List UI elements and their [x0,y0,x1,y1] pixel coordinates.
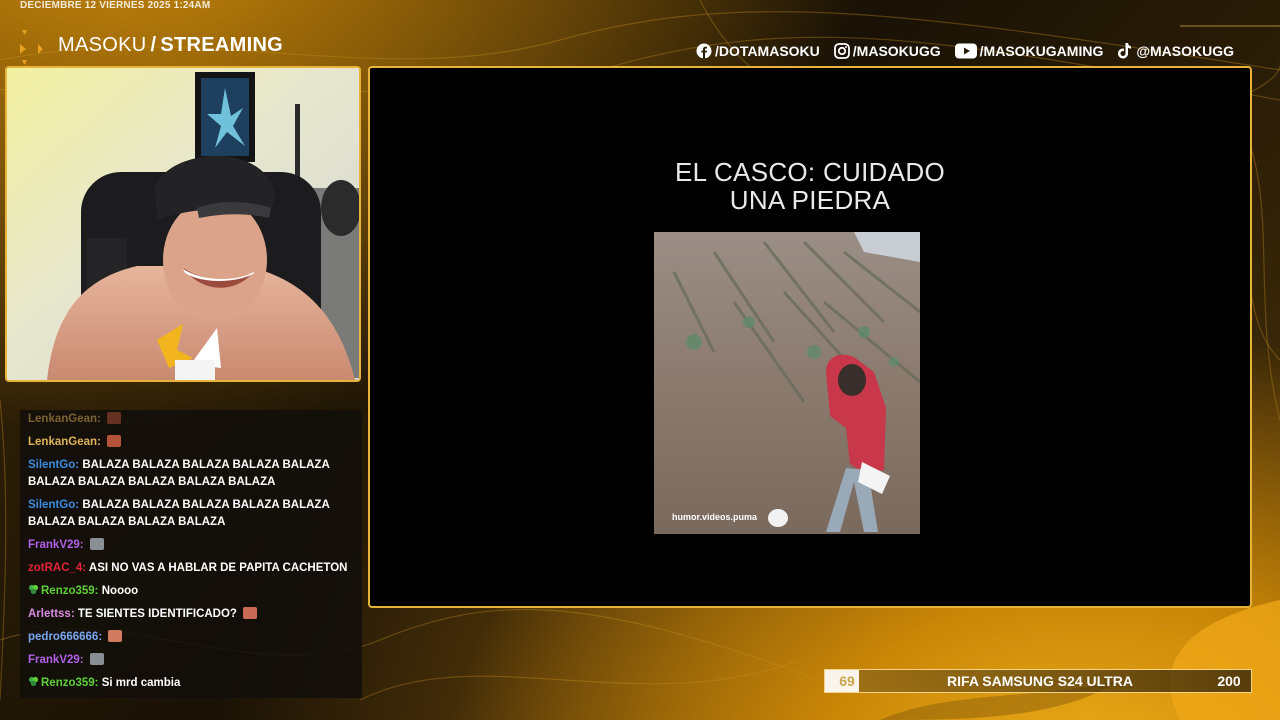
chat-message: Arlettss: TE SIENTES IDENTIFICADO? [28,606,356,623]
tiktok-icon [1117,42,1133,60]
chat-message: SilentGo: BALAZA BALAZA BALAZA BALAZA BA… [28,457,356,491]
chat-message: pedro666666: [28,629,356,646]
datetime-label: DECIEMBRE 12 VIERNES 2025 1:24AM [20,0,211,11]
chat-username: LenkanGean: [28,413,101,425]
emote-icon [108,630,123,642]
social-links: /DOTAMASOKU /MASOKUGG /MASOKUGAMING @MAS… [696,42,1234,60]
social-facebook: /DOTAMASOKU [696,43,820,59]
chat-username: FrankV29: [28,654,84,666]
subscriber-badge-icon [28,676,39,687]
raffle-current-count: 69 [839,673,855,689]
brand-header: MASOKU / STREAMING [18,30,283,65]
chat-messages: LenkanGean: LenkanGean: SilentGo: BALAZA… [28,410,356,692]
social-handle: /DOTAMASOKU [715,43,820,59]
chat-message: LenkanGean: [28,411,356,428]
chat-message: SilentGo: BALAZA BALAZA BALAZA BALAZA BA… [28,497,356,531]
brand-separator: / [150,33,157,56]
brand-title: MASOKU / STREAMING [58,34,283,57]
chat-message: LenkanGean: [28,434,356,451]
emote-icon [89,538,104,550]
instagram-icon [833,43,850,59]
chat-message: zotRAC_4: ASI NO VAS A HABLAR DE PAPITA … [28,560,356,577]
social-tiktok: @MASOKUGG [1117,42,1234,60]
chat-username: Renzo359: [41,677,99,689]
chat-message: FrankV29: [28,652,356,669]
subscriber-badge-icon [28,584,39,595]
chat-text: TE SIENTES IDENTIFICADO? [77,608,237,620]
brand-logo-icon [18,30,48,65]
chat-message: FrankV29: [28,537,356,554]
emote-icon [107,412,122,424]
social-handle: @MASOKUGG [1136,43,1234,59]
chat-text: ASI NO VAS A HABLAR DE PAPITA CACHETON [88,562,348,574]
emote-icon [107,435,122,447]
chat-username: LenkanGean: [28,436,101,448]
chat-username: Arlettss: [28,608,75,620]
clip-title: EL CASCO: CUIDADO UNA PIEDRA [370,158,1250,214]
webcam-image [7,68,359,380]
chat-username: FrankV29: [28,539,84,551]
clip-title-line1: EL CASCO: CUIDADO [675,157,945,187]
clip-watermark: humor.videos.puma [672,512,758,522]
clip-video[interactable]: humor.videos.puma [654,232,920,534]
raffle-label: RIFA SAMSUNG S24 ULTRA [947,673,1133,689]
chat-text: Si mrd cambia [101,677,181,689]
clip-frame [654,232,920,534]
facebook-icon [696,43,712,59]
chat-username: zotRAC_4: [28,562,87,574]
main-video-panel: EL CASCO: CUIDADO UNA PIEDRA humor.video… [368,66,1252,608]
social-handle: /MASOKUGG [852,43,941,59]
clip-title-line2: UNA PIEDRA [729,185,891,215]
chat-message: Renzo359: Noooo [28,583,356,600]
social-youtube: /MASOKUGAMING [954,43,1104,59]
chat-text: Noooo [101,585,139,597]
brand-name: MASOKU [58,33,147,56]
chat-username: Renzo359: [41,585,99,597]
emote-icon [89,653,104,665]
chat-panel[interactable]: LenkanGean: LenkanGean: SilentGo: BALAZA… [20,410,362,698]
social-handle: /MASOKUGAMING [979,43,1104,59]
youtube-icon [954,43,977,59]
chat-username: SilentGo: [28,459,80,471]
chat-username: pedro666666: [28,631,103,643]
social-instagram: /MASOKUGG [833,43,941,59]
webcam-feed [5,66,361,382]
raffle-progress-bar: 69 RIFA SAMSUNG S24 ULTRA 200 [824,669,1252,693]
emote-icon [243,607,258,619]
chat-username: SilentGo: [28,499,80,511]
chat-message: Renzo359: Si mrd cambia [28,675,356,692]
raffle-goal-count: 200 [1217,673,1241,689]
brand-section: STREAMING [160,33,284,56]
